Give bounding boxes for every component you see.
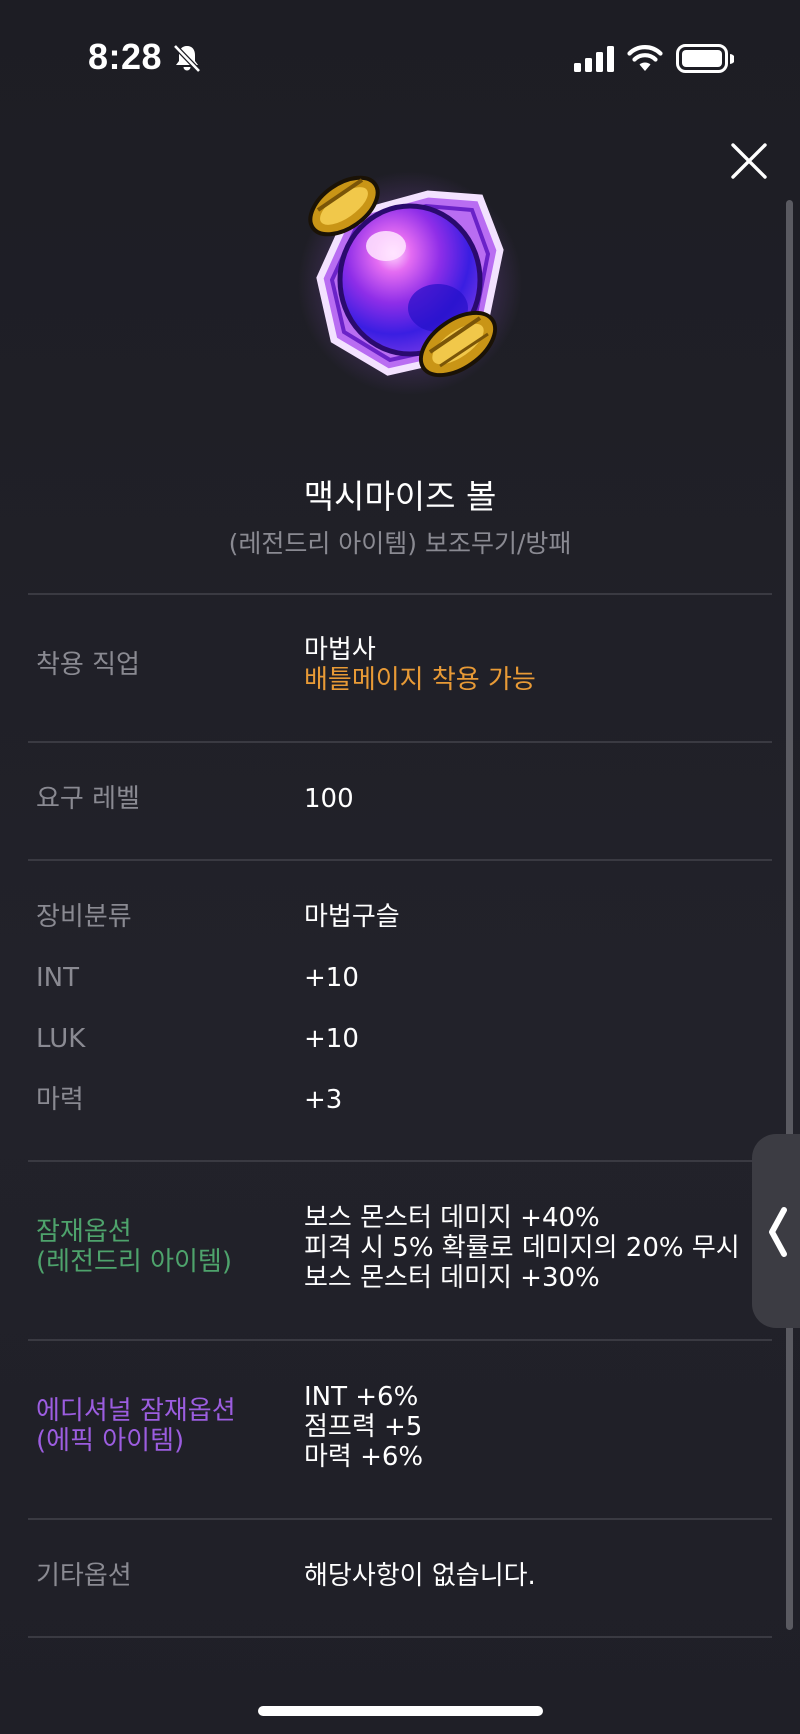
divider (28, 859, 772, 861)
status-bar: 8:28 (0, 0, 800, 110)
other-label: 기타옵션 (36, 1561, 132, 1591)
side-drawer-handle[interactable] (752, 1134, 800, 1328)
wifi-icon (627, 45, 663, 71)
divider (28, 1339, 772, 1341)
additional-potential-line: 마력 +6% (304, 1442, 424, 1472)
additional-potential-label-title: 에디셔널 잠재옵션 (36, 1396, 236, 1426)
level-label: 요구 레벨 (36, 784, 140, 814)
stat-label-luk: LUK (36, 1024, 86, 1054)
job-note: 배틀메이지 착용 가능 (304, 665, 536, 695)
job-label: 착용 직업 (36, 650, 140, 680)
scrollbar-thumb[interactable] (786, 200, 793, 1630)
status-time: 8:28 (88, 36, 163, 77)
scrollbar[interactable] (786, 200, 793, 1630)
item-name: 맥시마이즈 볼 (303, 477, 497, 516)
job-value: 마법사 (304, 635, 376, 665)
potential-label-grade: (레전드리 아이템) (36, 1247, 232, 1277)
additional-potential-line: 점프력 +5 (304, 1412, 423, 1442)
cellular-signal-icon (574, 46, 614, 72)
stat-label-int: INT (36, 963, 79, 993)
item-subtitle: (레전드리 아이템) 보조무기/방패 (228, 529, 572, 558)
stat-value-luk: +10 (304, 1024, 359, 1054)
potential-line: 보스 몬스터 데미지 +40% (304, 1203, 600, 1233)
other-value: 해당사항이 없습니다. (304, 1561, 536, 1591)
stat-label-category: 장비분류 (36, 902, 132, 932)
potential-line: 보스 몬스터 데미지 +30% (304, 1263, 600, 1293)
divider (28, 1160, 772, 1162)
potential-values: 보스 몬스터 데미지 +40% 피격 시 5% 확률로 데미지의 20% 무시 … (304, 1203, 740, 1293)
additional-potential-label: 에디셔널 잠재옵션 (에픽 아이템) (36, 1396, 236, 1456)
divider (28, 1636, 772, 1638)
divider (28, 593, 772, 595)
orb-icon (298, 171, 522, 395)
job-value-group: 마법사 배틀메이지 착용 가능 (304, 635, 536, 695)
additional-potential-line: INT +6% (304, 1382, 419, 1412)
bell-slash-icon (173, 44, 201, 73)
additional-potential-values: INT +6% 점프력 +5 마력 +6% (304, 1382, 423, 1472)
close-button[interactable] (726, 138, 772, 184)
home-indicator[interactable] (258, 1706, 543, 1716)
potential-line: 피격 시 5% 확률로 데미지의 20% 무시 (304, 1233, 740, 1263)
stat-value-int: +10 (304, 963, 359, 993)
divider (28, 1518, 772, 1520)
stat-value-magic: +3 (304, 1085, 343, 1115)
divider (28, 741, 772, 743)
stat-label-magic: 마력 (36, 1085, 84, 1115)
additional-potential-label-grade: (에픽 아이템) (36, 1426, 185, 1456)
potential-label-title: 잠재옵션 (36, 1217, 132, 1247)
potential-label: 잠재옵션 (레전드리 아이템) (36, 1217, 232, 1277)
battery-icon (676, 44, 734, 73)
stat-value-category: 마법구슬 (304, 902, 400, 932)
chevron-left-icon (769, 1207, 787, 1257)
level-value: 100 (304, 784, 354, 814)
